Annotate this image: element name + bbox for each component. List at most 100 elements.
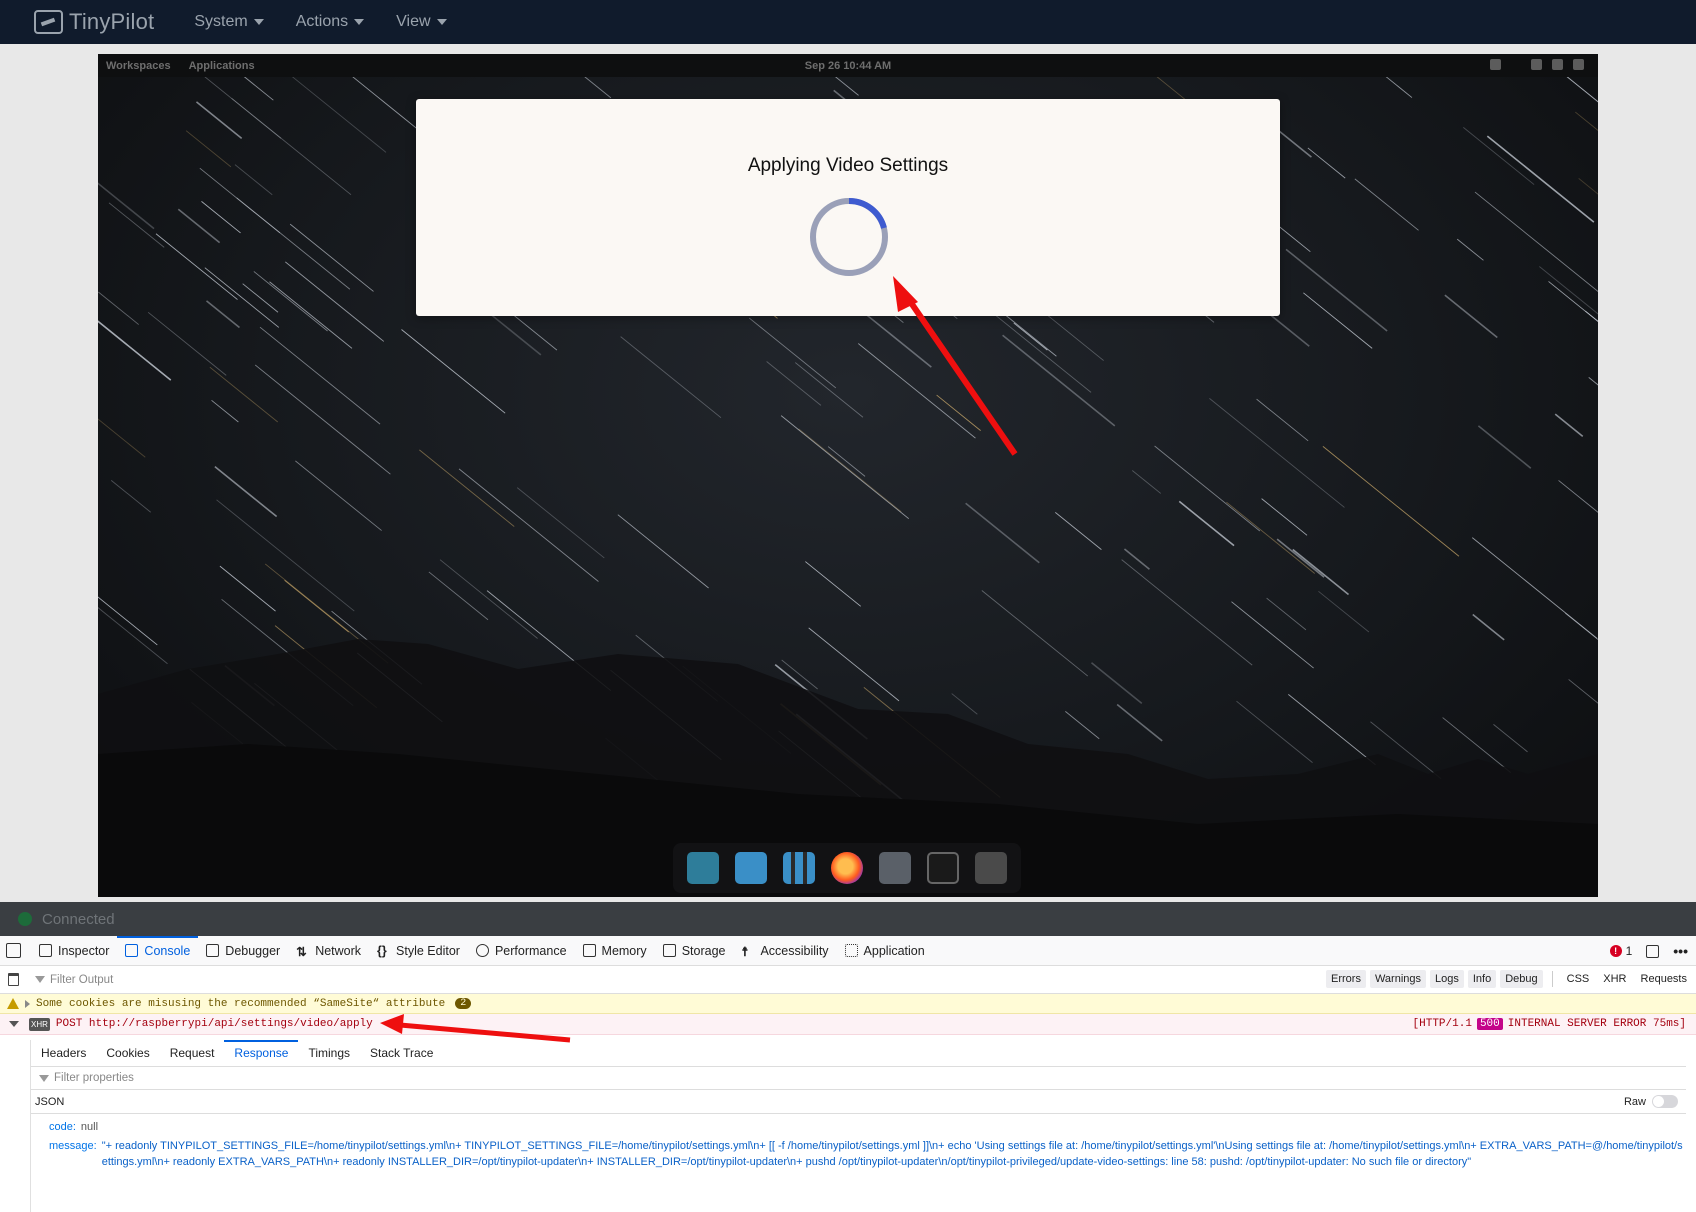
json-code-value: null <box>80 1121 99 1133</box>
console-filter-bar: Filter Output Errors Warnings Logs Info … <box>0 966 1696 994</box>
filter-requests-button[interactable]: Requests <box>1636 970 1692 988</box>
applying-video-settings-dialog: Applying Video Settings <box>416 99 1280 316</box>
filter-divider <box>1551 971 1553 987</box>
tab-console[interactable]: Console <box>117 935 199 966</box>
tab-cookies[interactable]: Cookies <box>96 1040 159 1067</box>
filter-errors-button[interactable]: Errors <box>1326 970 1366 988</box>
json-response-body: code: null message: "+ readonly TINYPILOT_… <box>31 1114 1686 1170</box>
app-dock <box>673 843 1021 893</box>
filter-icon <box>39 1074 49 1082</box>
connection-status-dot <box>18 912 32 926</box>
menu-view[interactable]: View <box>396 13 447 31</box>
filter-output-placeholder: Filter Output <box>50 973 114 986</box>
warning-repeat-count: 2 <box>455 998 472 1009</box>
terminal-icon[interactable] <box>927 852 959 884</box>
raw-toggle[interactable]: Raw <box>1624 1095 1678 1108</box>
tab-timings[interactable]: Timings <box>298 1040 360 1067</box>
json-code-key: code: <box>49 1121 76 1133</box>
tab-memory[interactable]: Memory <box>575 936 655 966</box>
error-count-badge[interactable]: ! 1 <box>1609 944 1633 958</box>
tab-debugger-label: Debugger <box>225 943 281 958</box>
logo-text: TinyPilot <box>69 9 155 34</box>
request-details-tabs: Headers Cookies Request Response Timings… <box>31 1039 1686 1067</box>
menu-system[interactable]: System <box>194 13 264 31</box>
json-message-key: message: <box>49 1140 97 1152</box>
filter-xhr-button[interactable]: XHR <box>1598 970 1631 988</box>
tab-application-label: Application <box>863 943 925 958</box>
power-icon[interactable] <box>1573 59 1584 70</box>
remote-desktop[interactable]: Workspaces Applications Sep 26 10:44 AM … <box>98 54 1598 897</box>
tab-application[interactable]: Application <box>837 936 933 966</box>
tab-accessibility-label: Accessibility <box>760 943 829 958</box>
tinypilot-logo[interactable]: TinyPilot <box>34 9 154 35</box>
settings-icon[interactable] <box>975 852 1007 884</box>
loading-spinner-icon <box>810 197 888 276</box>
chevron-down-icon <box>354 19 365 25</box>
files-icon[interactable] <box>879 852 911 884</box>
request-url[interactable]: POST http://raspberrypi/api/settings/vid… <box>56 1018 373 1030</box>
filter-icon <box>35 976 45 983</box>
status-prefix: [HTTP/1.1 <box>1412 1018 1472 1030</box>
tab-memory-label: Memory <box>601 943 647 958</box>
accessibility-icon: ☨ <box>741 945 749 959</box>
workspaces-icon[interactable] <box>735 852 767 884</box>
menu-system-label: System <box>194 13 248 30</box>
memory-icon <box>582 944 596 957</box>
tab-performance[interactable]: Performance <box>468 936 575 966</box>
tab-stack-trace[interactable]: Stack Trace <box>360 1040 443 1067</box>
request-details-panel: Headers Cookies Request Response Timings… <box>30 1039 1686 1212</box>
tinypilot-navbar: TinyPilot System Actions View <box>0 0 1696 44</box>
filter-warnings-button[interactable]: Warnings <box>1369 970 1427 988</box>
tab-debugger[interactable]: Debugger <box>198 936 288 966</box>
responsive-design-icon[interactable] <box>1646 944 1660 958</box>
app-grid-icon[interactable] <box>783 852 815 884</box>
filter-css-button[interactable]: CSS <box>1562 970 1595 988</box>
xhr-error-message[interactable]: XHR POST http://raspberrypi/api/settings… <box>0 1014 1696 1035</box>
trash-icon[interactable] <box>8 973 19 986</box>
application-icon <box>844 944 858 957</box>
tab-style-editor-label: Style Editor <box>396 943 460 958</box>
warning-text: Some cookies are misusing the recommende… <box>36 997 446 1010</box>
expand-arrow-icon[interactable] <box>25 999 30 1008</box>
filter-info-button[interactable]: Info <box>1467 970 1497 988</box>
raw-toggle-switch[interactable] <box>1652 1095 1678 1108</box>
tab-headers[interactable]: Headers <box>31 1040 96 1067</box>
tinypilot-logo-icon <box>34 10 63 34</box>
json-label: JSON <box>35 1095 65 1108</box>
filter-debug-button[interactable]: Debug <box>1500 970 1543 988</box>
error-count: 1 <box>1625 944 1633 958</box>
cookie-warning-message[interactable]: Some cookies are misusing the recommende… <box>0 994 1696 1014</box>
json-message-value[interactable]: "+ readonly TINYPILOT_SETTINGS_FILE=/hom… <box>102 1138 1686 1170</box>
devtools-toolbar: Inspector Console Debugger ⇅ Network {} St… <box>0 935 1696 966</box>
firefox-icon[interactable] <box>831 852 863 884</box>
chevron-down-icon <box>436 19 447 25</box>
collapse-arrow-icon[interactable] <box>9 1021 19 1027</box>
devtools-panel: Inspector Console Debugger ⇅ Network {} St… <box>0 935 1696 1212</box>
filter-logs-button[interactable]: Logs <box>1430 970 1464 988</box>
tab-inspector-label: Inspector <box>58 943 110 958</box>
user-icon[interactable] <box>1490 59 1501 70</box>
filter-properties-input[interactable]: Filter properties <box>31 1067 1686 1090</box>
chevron-down-icon <box>253 19 264 25</box>
clock[interactable]: Sep 26 10:44 AM <box>98 60 1598 72</box>
tab-accessibility[interactable]: ☨ Accessibility <box>733 936 836 966</box>
menu-actions[interactable]: Actions <box>296 13 365 31</box>
search-icon[interactable] <box>687 852 719 884</box>
filter-output-input[interactable]: Filter Output <box>35 974 113 986</box>
tab-response[interactable]: Response <box>224 1039 299 1067</box>
tab-performance-label: Performance <box>494 943 567 958</box>
debugger-icon <box>206 944 220 957</box>
tab-network[interactable]: ⇅ Network <box>288 936 369 966</box>
tab-request[interactable]: Request <box>160 1040 225 1067</box>
volume-icon[interactable] <box>1552 59 1563 70</box>
json-code-row: code: null <box>49 1119 1686 1135</box>
tab-inspector[interactable]: Inspector <box>31 936 117 966</box>
json-message-row: message: "+ readonly TINYPILOT_SETTINGS_F… <box>49 1138 1686 1170</box>
tab-style-editor[interactable]: {} Style Editor <box>369 936 468 966</box>
style-editor-icon: {} <box>377 944 387 958</box>
more-options-icon[interactable]: ••• <box>1673 943 1688 959</box>
dialog-title: Applying Video Settings <box>747 155 949 176</box>
tab-storage[interactable]: Storage <box>655 936 734 966</box>
screen-icon[interactable] <box>1531 59 1542 70</box>
element-picker-icon[interactable] <box>6 943 21 958</box>
